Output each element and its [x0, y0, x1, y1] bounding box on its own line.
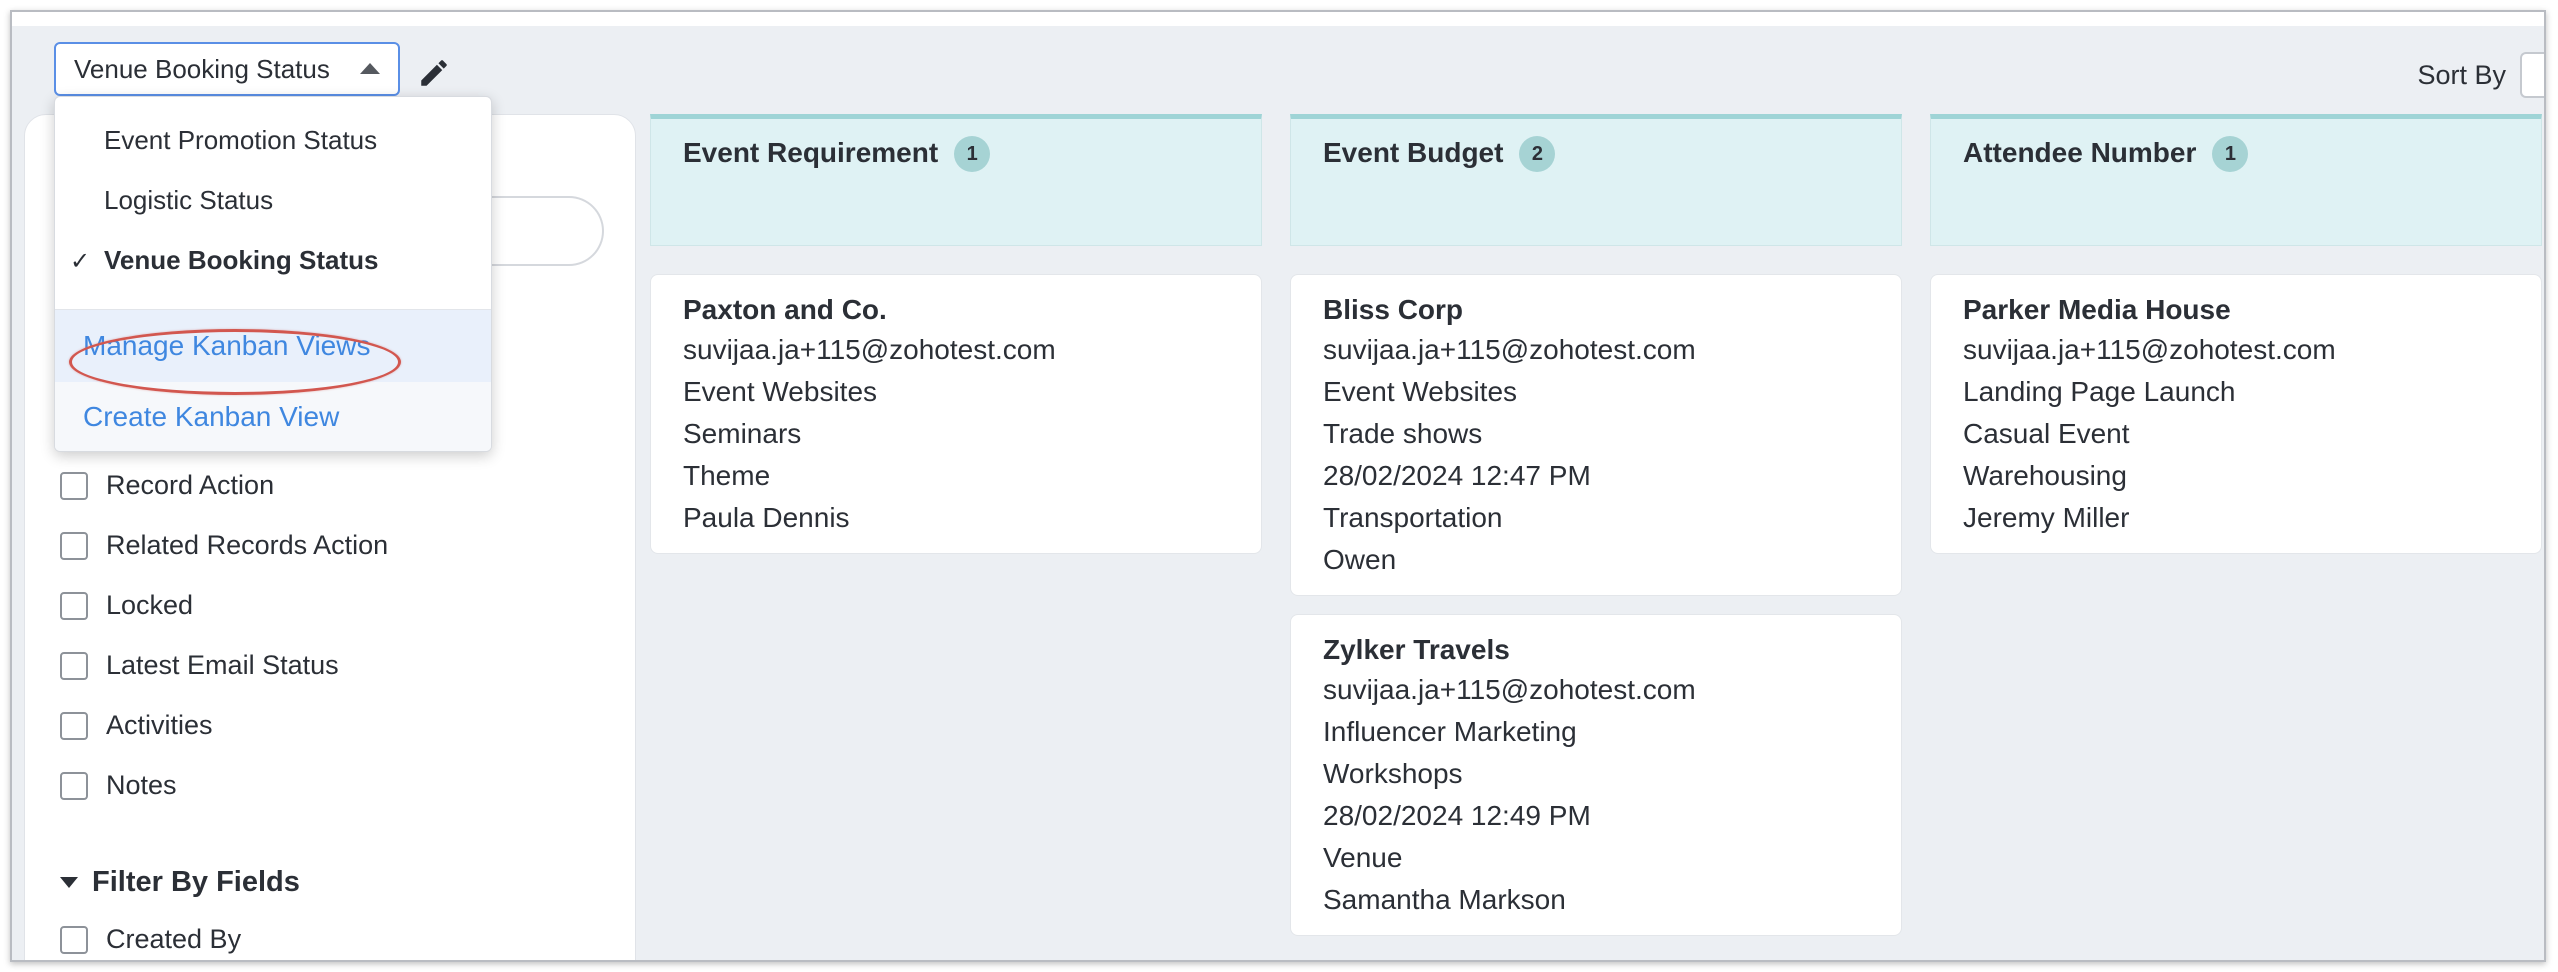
card-field: suvijaa.ja+115@zohotest.com [1323, 334, 1696, 365]
card-field: Venue [1323, 842, 1403, 873]
top-strip [12, 12, 2544, 26]
filter-by-fields-toggle[interactable]: Filter By Fields [60, 866, 300, 899]
card-field: Landing Page Launch [1963, 376, 2236, 407]
filter-latest-email-status[interactable]: Latest Email Status [60, 650, 339, 681]
kanban-view-selector[interactable]: Venue Booking Status [54, 42, 400, 96]
filter-label: Latest Email Status [106, 650, 339, 680]
filter-record-action[interactable]: Record Action [60, 470, 274, 501]
column-header: Event Budget 2 [1290, 114, 1902, 246]
card-field: Paula Dennis [683, 502, 850, 533]
option-label: Event Promotion Status [104, 124, 378, 155]
card-field: Seminars [683, 418, 802, 449]
column-title: Attendee Number [1963, 137, 2197, 168]
column-count-badge: 2 [1519, 136, 1556, 172]
card-field: Theme [683, 460, 771, 491]
card-title: Zylker Travels [1323, 634, 1510, 665]
manage-kanban-views-link[interactable]: Manage Kanban Views [55, 310, 491, 382]
check-icon: ✓ [70, 248, 91, 275]
kanban-card[interactable]: Parker Media House suvijaa.ja+115@zohote… [1930, 274, 2542, 554]
kanban-view-dropdown: Event Promotion Status Logistic Status ✓… [54, 96, 492, 452]
card-field: suvijaa.ja+115@zohotest.com [683, 334, 1056, 365]
filter-label: Created By [106, 924, 242, 954]
filter-activities[interactable]: Activities [60, 710, 213, 741]
sort-by[interactable]: Sort By [2417, 52, 2544, 98]
checkbox[interactable] [60, 925, 88, 954]
option-label: Venue Booking Status [104, 244, 379, 275]
card-field: Transportation [1323, 502, 1503, 533]
view-option-logistic-status[interactable]: Logistic Status [55, 171, 491, 229]
filter-label: Related Records Action [106, 530, 389, 560]
option-label: Logistic Status [104, 184, 274, 215]
filter-notes[interactable]: Notes [60, 770, 177, 801]
checkbox[interactable] [60, 771, 88, 800]
card-field: Event Websites [683, 376, 878, 407]
card-field: 28/02/2024 12:47 PM [1323, 460, 1591, 491]
column-title: Event Budget [1323, 137, 1504, 168]
card-field: suvijaa.ja+115@zohotest.com [1323, 674, 1696, 705]
view-option-venue-booking-status[interactable]: ✓ Venue Booking Status [55, 231, 491, 289]
section-title: Filter By Fields [92, 866, 300, 898]
sort-by-label: Sort By [2417, 59, 2506, 90]
filter-label: Record Action [106, 470, 275, 500]
sort-select[interactable] [2520, 52, 2544, 98]
kanban-card[interactable]: Zylker Travels suvijaa.ja+115@zohotest.c… [1290, 614, 1902, 936]
link-label: Manage Kanban Views [83, 330, 371, 361]
column-count-badge: 1 [2212, 136, 2249, 172]
checkbox[interactable] [60, 531, 88, 560]
pencil-icon [421, 60, 447, 86]
filter-label: Locked [106, 590, 194, 620]
link-label: Create Kanban View [83, 401, 340, 432]
card-field: Jeremy Miller [1963, 502, 2130, 533]
column-count-badge: 1 [954, 136, 991, 172]
column-header: Event Requirement 1 [650, 114, 1262, 246]
card-field: suvijaa.ja+115@zohotest.com [1963, 334, 2336, 365]
kanban-column-event-requirement: Event Requirement 1 Paxton and Co. suvij… [650, 114, 1262, 554]
app-window: Record Action Related Records Action Loc… [10, 10, 2546, 962]
checkbox[interactable] [60, 591, 88, 620]
create-kanban-view-link[interactable]: Create Kanban View [55, 382, 491, 451]
filter-created-by[interactable]: Created By [60, 924, 241, 955]
edit-view-button[interactable] [417, 56, 451, 90]
checkbox[interactable] [60, 651, 88, 680]
filter-related-records-action[interactable]: Related Records Action [60, 530, 388, 561]
card-field: Workshops [1323, 758, 1463, 789]
filter-locked[interactable]: Locked [60, 590, 193, 621]
card-field: Casual Event [1963, 418, 2130, 449]
card-field: Trade shows [1323, 418, 1483, 449]
column-title: Event Requirement [683, 137, 939, 168]
column-header: Attendee Number 1 [1930, 114, 2542, 246]
caret-up-icon [360, 63, 380, 74]
caret-down-icon [60, 877, 78, 888]
card-field: Influencer Marketing [1323, 716, 1577, 747]
card-title: Paxton and Co. [683, 294, 887, 325]
card-field: Event Websites [1323, 376, 1518, 407]
checkbox[interactable] [60, 471, 88, 500]
view-option-event-promotion-status[interactable]: Event Promotion Status [55, 111, 491, 169]
card-title: Parker Media House [1963, 294, 2231, 325]
card-field: Warehousing [1963, 460, 2127, 491]
view-selector-label: Venue Booking Status [74, 53, 330, 84]
card-field: Owen [1323, 544, 1397, 575]
checkbox[interactable] [60, 711, 88, 740]
kanban-column-event-budget: Event Budget 2 Bliss Corp suvijaa.ja+115… [1290, 114, 1902, 936]
card-field: Samantha Markson [1323, 884, 1566, 915]
kanban-column-attendee-number: Attendee Number 1 Parker Media House suv… [1930, 114, 2542, 554]
kanban-card[interactable]: Paxton and Co. suvijaa.ja+115@zohotest.c… [650, 274, 1262, 554]
filter-label: Notes [106, 770, 177, 800]
card-title: Bliss Corp [1323, 294, 1464, 325]
kanban-card[interactable]: Bliss Corp suvijaa.ja+115@zohotest.com E… [1290, 274, 1902, 596]
filter-label: Activities [106, 710, 213, 740]
card-field: 28/02/2024 12:49 PM [1323, 800, 1591, 831]
